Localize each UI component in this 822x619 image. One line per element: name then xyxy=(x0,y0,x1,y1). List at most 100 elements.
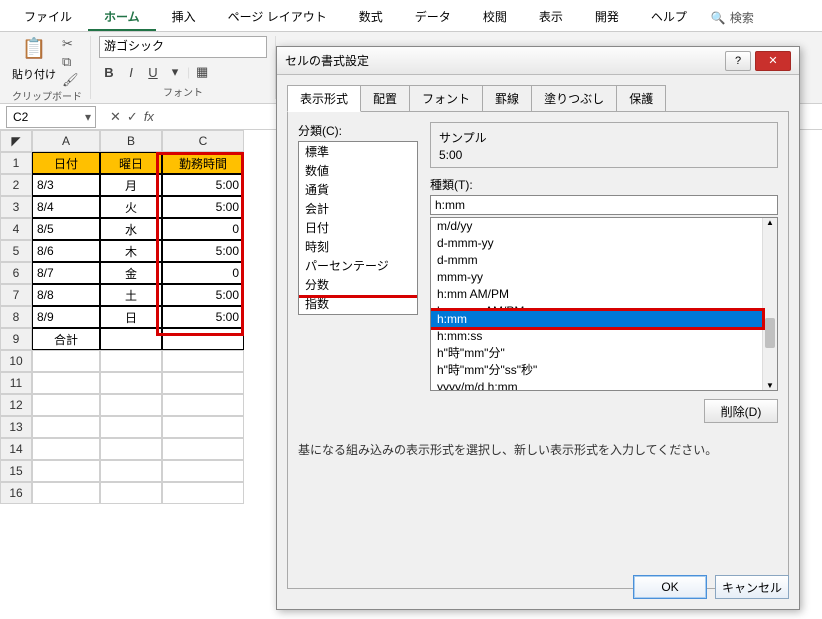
cell[interactable]: 土 xyxy=(100,284,162,306)
border-button[interactable]: ▦ xyxy=(192,62,212,82)
scroll-up-icon[interactable]: ▲ xyxy=(763,218,777,227)
search-box[interactable]: 🔍 検索 xyxy=(703,4,762,31)
cell[interactable]: 合計 xyxy=(32,328,100,350)
help-button[interactable]: ? xyxy=(725,51,751,71)
row-header[interactable]: 10 xyxy=(0,350,32,372)
tab-border[interactable]: 罫線 xyxy=(482,85,532,112)
type-item[interactable]: h"時"mm"分"ss"秒" xyxy=(431,362,777,379)
type-item[interactable]: yyyy/m/d h:mm xyxy=(431,379,777,391)
tab-home[interactable]: ホーム xyxy=(88,4,156,31)
tab-data[interactable]: データ xyxy=(399,4,467,31)
tab-file[interactable]: ファイル xyxy=(8,4,88,31)
tab-formulas[interactable]: 数式 xyxy=(343,4,399,31)
cat-text[interactable]: 文字列 xyxy=(299,313,417,315)
tab-protection[interactable]: 保護 xyxy=(616,85,666,112)
row-header[interactable]: 13 xyxy=(0,416,32,438)
type-item[interactable]: h"時"mm"分" xyxy=(431,345,777,362)
cat-standard[interactable]: 標準 xyxy=(299,142,417,161)
cell[interactable]: 勤務時間 xyxy=(162,152,244,174)
bold-button[interactable]: B xyxy=(99,62,119,82)
tab-review[interactable]: 校閲 xyxy=(467,4,523,31)
cat-date[interactable]: 日付 xyxy=(299,218,417,237)
cell[interactable]: 金 xyxy=(100,262,162,284)
cell[interactable] xyxy=(100,328,162,350)
row-header[interactable]: 9 xyxy=(0,328,32,350)
cut-icon[interactable]: ✂ xyxy=(62,36,79,52)
cancel-fx-icon[interactable]: ✕ xyxy=(110,109,121,125)
cell[interactable]: 8/4 xyxy=(32,196,100,218)
select-all-corner[interactable]: ◤ xyxy=(0,130,32,152)
col-header-c[interactable]: C xyxy=(162,130,244,152)
cell[interactable] xyxy=(162,328,244,350)
dialog-titlebar[interactable]: セルの書式設定 ? ✕ xyxy=(277,47,799,75)
italic-button[interactable]: I xyxy=(121,62,141,82)
cat-accounting[interactable]: 会計 xyxy=(299,199,417,218)
cell[interactable]: 火 xyxy=(100,196,162,218)
scroll-down-icon[interactable]: ▼ xyxy=(763,381,777,390)
row-header[interactable]: 15 xyxy=(0,460,32,482)
tab-number-format[interactable]: 表示形式 xyxy=(287,85,361,112)
type-item[interactable]: mmm-yy xyxy=(431,269,777,286)
fx-icon[interactable]: fx xyxy=(144,109,154,124)
cat-number[interactable]: 数値 xyxy=(299,161,417,180)
cell[interactable]: 0 xyxy=(162,262,244,284)
cat-currency[interactable]: 通貨 xyxy=(299,180,417,199)
cell[interactable]: 8/9 xyxy=(32,306,100,328)
cell[interactable]: 月 xyxy=(100,174,162,196)
underline-dropdown[interactable]: ▾ xyxy=(165,62,185,82)
cat-percentage[interactable]: パーセンテージ xyxy=(299,256,417,275)
row-header[interactable]: 8 xyxy=(0,306,32,328)
cancel-button[interactable]: キャンセル xyxy=(715,575,789,599)
enter-fx-icon[interactable]: ✓ xyxy=(127,109,138,125)
tab-fill[interactable]: 塗りつぶし xyxy=(531,85,617,112)
cell[interactable]: 8/6 xyxy=(32,240,100,262)
cell[interactable]: 日 xyxy=(100,306,162,328)
cell[interactable]: 8/5 xyxy=(32,218,100,240)
format-painter-icon[interactable]: 🖌 xyxy=(62,72,79,88)
cell[interactable]: 5:00 xyxy=(162,284,244,306)
tab-insert[interactable]: 挿入 xyxy=(156,4,212,31)
row-header[interactable]: 16 xyxy=(0,482,32,504)
cell[interactable]: 水 xyxy=(100,218,162,240)
row-header[interactable]: 6 xyxy=(0,262,32,284)
font-select[interactable]: 游ゴシック xyxy=(99,36,267,58)
row-header[interactable]: 4 xyxy=(0,218,32,240)
cell[interactable]: 8/7 xyxy=(32,262,100,284)
tab-alignment[interactable]: 配置 xyxy=(360,85,410,112)
underline-button[interactable]: U xyxy=(143,62,163,82)
copy-icon[interactable]: ⧉ xyxy=(62,54,79,70)
cat-fraction[interactable]: 分数 xyxy=(299,275,417,294)
cat-time[interactable]: 時刻 xyxy=(299,237,417,256)
scroll-thumb[interactable] xyxy=(765,318,775,348)
row-header[interactable]: 5 xyxy=(0,240,32,262)
tab-help[interactable]: ヘルプ xyxy=(635,4,703,31)
row-header[interactable]: 7 xyxy=(0,284,32,306)
cell[interactable]: 5:00 xyxy=(162,240,244,262)
row-header[interactable]: 1 xyxy=(0,152,32,174)
row-header[interactable]: 14 xyxy=(0,438,32,460)
row-header[interactable]: 12 xyxy=(0,394,32,416)
name-box-dropdown[interactable]: ▾ xyxy=(81,110,95,124)
type-item[interactable]: m/d/yy xyxy=(431,218,777,235)
close-button[interactable]: ✕ xyxy=(755,51,791,71)
cell[interactable]: 5:00 xyxy=(162,306,244,328)
cell[interactable]: 曜日 xyxy=(100,152,162,174)
category-list[interactable]: 標準 数値 通貨 会計 日付 時刻 パーセンテージ 分数 指数 文字列 その他 … xyxy=(298,141,418,315)
row-header[interactable]: 11 xyxy=(0,372,32,394)
cell[interactable]: 8/8 xyxy=(32,284,100,306)
type-item[interactable]: d-mmm-yy xyxy=(431,235,777,252)
name-box[interactable]: C2 ▾ xyxy=(6,106,96,128)
col-header-a[interactable]: A xyxy=(32,130,100,152)
type-input[interactable] xyxy=(430,195,778,215)
type-item[interactable]: h:mm:ss xyxy=(431,328,777,345)
row-header[interactable]: 3 xyxy=(0,196,32,218)
type-item-selected[interactable]: h:mm xyxy=(431,311,777,328)
cell[interactable]: 日付 xyxy=(32,152,100,174)
row-header[interactable]: 2 xyxy=(0,174,32,196)
tab-view[interactable]: 表示 xyxy=(523,4,579,31)
cell[interactable]: 8/3 xyxy=(32,174,100,196)
delete-button[interactable]: 削除(D) xyxy=(704,399,778,423)
tab-developer[interactable]: 開発 xyxy=(579,4,635,31)
col-header-b[interactable]: B xyxy=(100,130,162,152)
tab-pagelayout[interactable]: ページ レイアウト xyxy=(212,4,343,31)
